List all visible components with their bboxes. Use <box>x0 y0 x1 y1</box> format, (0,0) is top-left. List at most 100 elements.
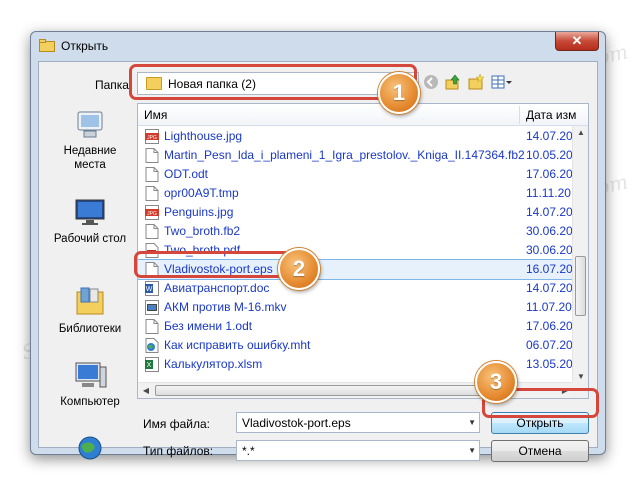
file-icon <box>145 167 159 182</box>
file-date: 10.05.20 <box>526 148 573 162</box>
cancel-button[interactable]: Отмена <box>491 440 589 462</box>
filename-value: Vladivostok-port.eps <box>242 416 351 430</box>
list-item[interactable]: Two_broth.pdf 30.06.20 <box>138 241 575 260</box>
word-icon: W <box>145 281 159 296</box>
folder-selector[interactable]: Новая папка (2) <box>137 72 419 95</box>
desktop-icon <box>75 199 105 225</box>
filetype-select[interactable]: *.* ▼ <box>236 440 480 461</box>
place-label: Компьютер <box>60 396 120 408</box>
list-item[interactable]: Two_broth.fb2 30.06.20 <box>138 222 575 241</box>
file-list[interactable]: Имя Дата изм JPG Lighthouse.jpg 14.07.20 Ma… <box>137 103 589 399</box>
video-icon <box>145 300 159 315</box>
file-date: 06.07.20 <box>526 338 573 352</box>
list-header: Имя Дата изм <box>138 104 588 126</box>
places-bar: Недавние места Рабочий стол Библиотеки К… <box>47 106 133 460</box>
place-label: места <box>74 159 106 171</box>
view-menu-icon[interactable] <box>490 74 514 92</box>
svg-text:JPG: JPG <box>147 135 157 141</box>
horizontal-scroll-thumb[interactable] <box>155 385 485 396</box>
jpg-icon: JPG <box>145 205 159 220</box>
chevron-down-icon[interactable]: ▼ <box>468 418 476 427</box>
column-header-name[interactable]: Имя <box>144 108 167 122</box>
svg-text:X: X <box>147 362 152 369</box>
vertical-scrollbar[interactable]: ▲ ▼ <box>572 126 588 383</box>
file-name: Калькулятор.xlsm <box>164 357 263 371</box>
excel-icon: X <box>145 357 159 372</box>
file-name: Penguins.jpg <box>164 205 234 219</box>
recent-places-icon <box>77 111 103 138</box>
place-computer[interactable]: Компьютер <box>47 361 133 409</box>
list-item[interactable]: opr00A9T.tmp 11.11.20 <box>138 184 575 203</box>
file-date: 14.07.20 <box>526 205 573 219</box>
computer-icon <box>75 362 107 388</box>
list-item[interactable]: Martin_Pesn_lda_i_plameni_1_Igra_prestol… <box>138 146 575 165</box>
file-name: Two_broth.fb2 <box>164 224 241 238</box>
file-icon <box>145 186 159 201</box>
file-name: Авиатранспорт.doc <box>164 281 270 295</box>
file-date: 17.06.20 <box>526 167 573 181</box>
place-libraries[interactable]: Библиотеки <box>47 286 133 336</box>
file-icon <box>145 224 159 239</box>
scroll-corner <box>572 382 588 398</box>
scroll-right-arrow-icon[interactable]: ▶ <box>557 386 573 395</box>
list-item[interactable]: Как исправить ошибку.mht 06.07.20 <box>138 336 575 355</box>
filetype-label: Тип файлов: <box>143 444 214 458</box>
folder-open-icon <box>39 39 55 52</box>
file-name: Как исправить ошибку.mht <box>164 338 311 352</box>
list-item[interactable]: Без имени 1.odt 17.06.20 <box>138 317 575 336</box>
svg-text:JPG: JPG <box>147 211 157 217</box>
place-label: Библиотеки <box>58 323 122 335</box>
filetype-value: *.* <box>242 444 255 458</box>
filename-label: Имя файла: <box>143 417 210 431</box>
list-item[interactable]: ODT.odt 17.06.20 <box>138 165 575 184</box>
folder-value: Новая папка (2) <box>168 77 256 91</box>
pdf-icon <box>145 243 159 258</box>
place-recent[interactable]: Недавние места <box>47 110 133 172</box>
file-name: АКМ против М-16.mkv <box>164 300 287 314</box>
list-item[interactable]: W Авиатранспорт.doc 14.07.20 <box>138 279 575 298</box>
step-badge-3: 3 <box>475 361 517 403</box>
file-date: 13.05.20 <box>526 357 573 371</box>
file-name: Lighthouse.jpg <box>164 129 243 143</box>
place-label: Рабочий стол <box>53 233 127 245</box>
column-header-date[interactable]: Дата изм <box>526 108 576 122</box>
chevron-down-icon[interactable]: ▼ <box>468 446 476 455</box>
filename-input[interactable]: Vladivostok-port.eps ▼ <box>236 412 480 433</box>
file-icon <box>145 319 159 334</box>
file-icon <box>145 262 159 277</box>
file-name: ODT.odt <box>164 167 209 181</box>
jpg-icon: JPG <box>145 129 159 144</box>
svg-text:W: W <box>146 286 153 293</box>
column-divider[interactable] <box>519 106 520 124</box>
place-label: Недавние <box>63 145 117 157</box>
file-name: Vladivostok-port.eps <box>164 262 273 276</box>
close-button[interactable]: ✕ <box>555 32 599 51</box>
new-folder-icon[interactable] <box>467 73 485 92</box>
up-folder-icon[interactable] <box>444 74 462 92</box>
place-desktop[interactable]: Рабочий стол <box>47 198 133 246</box>
open-button[interactable]: Открыть <box>491 412 589 434</box>
list-item[interactable]: АКМ против М-16.mkv 11.07.20 <box>138 298 575 317</box>
scroll-up-arrow-icon[interactable]: ▲ <box>573 128 588 137</box>
scroll-down-arrow-icon[interactable]: ▼ <box>573 372 588 381</box>
step-badge-2: 2 <box>278 248 320 290</box>
file-date: 11.07.20 <box>526 300 572 314</box>
folder-icon <box>146 77 162 90</box>
file-date: 14.07.20 <box>526 129 573 143</box>
file-name: Two_broth.pdf <box>164 243 241 257</box>
list-item[interactable]: JPG Lighthouse.jpg 14.07.20 <box>138 127 575 146</box>
list-item-selected[interactable]: Vladivostok-port.eps 16.07.20 <box>138 259 576 280</box>
scroll-left-arrow-icon[interactable]: ◀ <box>138 386 154 395</box>
vertical-scroll-thumb[interactable] <box>575 256 586 316</box>
file-date: 17.06.20 <box>526 319 573 333</box>
file-name: opr00A9T.tmp <box>164 186 239 200</box>
file-date: 30.06.20 <box>526 224 573 238</box>
file-date: 30.06.20 <box>526 243 573 257</box>
list-item[interactable]: JPG Penguins.jpg 14.07.20 <box>138 203 575 222</box>
title-bar[interactable]: Открыть ✕ <box>31 32 605 60</box>
globe-icon <box>145 338 159 353</box>
back-icon[interactable] <box>422 74 440 92</box>
folder-label: Папка: <box>95 78 133 92</box>
open-file-dialog: Открыть ✕ Папка: Новая папка (2) Недавни… <box>30 31 606 462</box>
place-network[interactable] <box>47 436 133 464</box>
